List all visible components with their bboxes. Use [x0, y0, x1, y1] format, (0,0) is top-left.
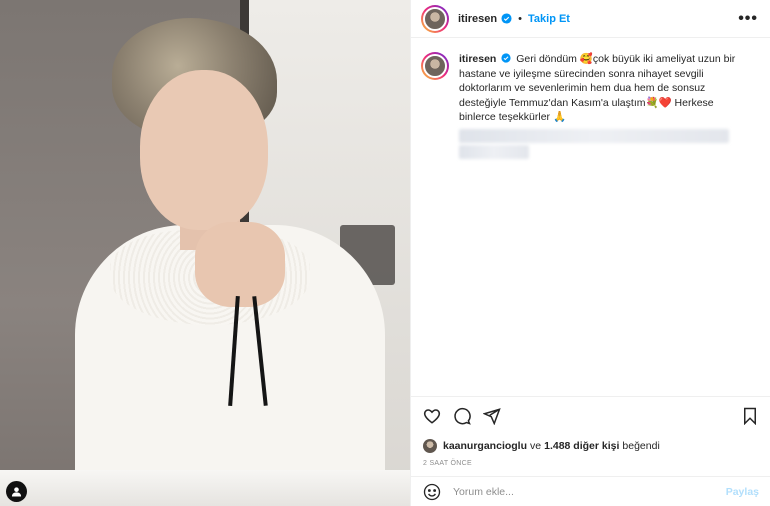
likes-suffix: beğendi — [622, 440, 660, 452]
bookmark-icon[interactable] — [741, 407, 759, 425]
smiley-icon[interactable] — [423, 483, 441, 501]
follow-button[interactable]: Takip Et — [528, 13, 570, 25]
caption-username[interactable]: itiresen — [459, 53, 496, 65]
share-icon[interactable] — [483, 407, 501, 425]
verified-badge-icon — [501, 13, 512, 24]
caption-text: Geri döndüm 🥰çok büyük iki ameliyat uzun… — [459, 53, 736, 123]
username-link[interactable]: itiresen — [458, 13, 497, 25]
comment-bar: Yorum ekle... Paylaş — [411, 476, 770, 506]
post-comment-button[interactable]: Paylaş — [726, 486, 759, 498]
photo-table — [0, 470, 410, 506]
post-photo[interactable] — [0, 0, 410, 506]
blurred-text — [459, 128, 729, 143]
likes-user-link[interactable]: kaanurgancioglu — [443, 440, 527, 452]
photo-person-hands — [195, 222, 285, 307]
heart-icon[interactable] — [423, 407, 441, 425]
post-actions: kaanurgancioglu ve 1.488 diğer kişi beğe… — [411, 396, 770, 467]
avatar[interactable] — [423, 439, 437, 453]
post-timestamp[interactable]: 2 SAAT ÖNCE — [423, 460, 759, 467]
user-tag-icon[interactable] — [6, 481, 27, 502]
photo-person-face — [140, 70, 268, 230]
post-caption: itiresen Geri döndüm 🥰çok büyük iki amel… — [411, 38, 770, 159]
likes-count-link[interactable]: 1.488 diğer kişi — [544, 440, 619, 452]
comment-icon[interactable] — [453, 407, 471, 425]
avatar[interactable] — [421, 4, 449, 33]
instagram-post: itiresen • Takip Et ••• itiresen Geri dö… — [0, 0, 770, 506]
post-sidebar: itiresen • Takip Et ••• itiresen Geri dö… — [410, 0, 770, 506]
comment-input[interactable]: Yorum ekle... — [453, 486, 726, 498]
separator-dot: • — [518, 12, 522, 25]
caption-text-block: itiresen Geri döndüm 🥰çok büyük iki amel… — [459, 52, 749, 159]
verified-badge-icon — [501, 53, 511, 63]
blurred-text — [459, 144, 529, 159]
action-icons — [423, 405, 759, 427]
post-header: itiresen • Takip Et ••• — [411, 0, 770, 38]
likes-connector: ve — [530, 440, 542, 452]
likes-summary: kaanurgancioglu ve 1.488 diğer kişi beğe… — [423, 439, 759, 453]
avatar[interactable] — [421, 52, 449, 80]
more-options-icon[interactable]: ••• — [738, 10, 758, 28]
